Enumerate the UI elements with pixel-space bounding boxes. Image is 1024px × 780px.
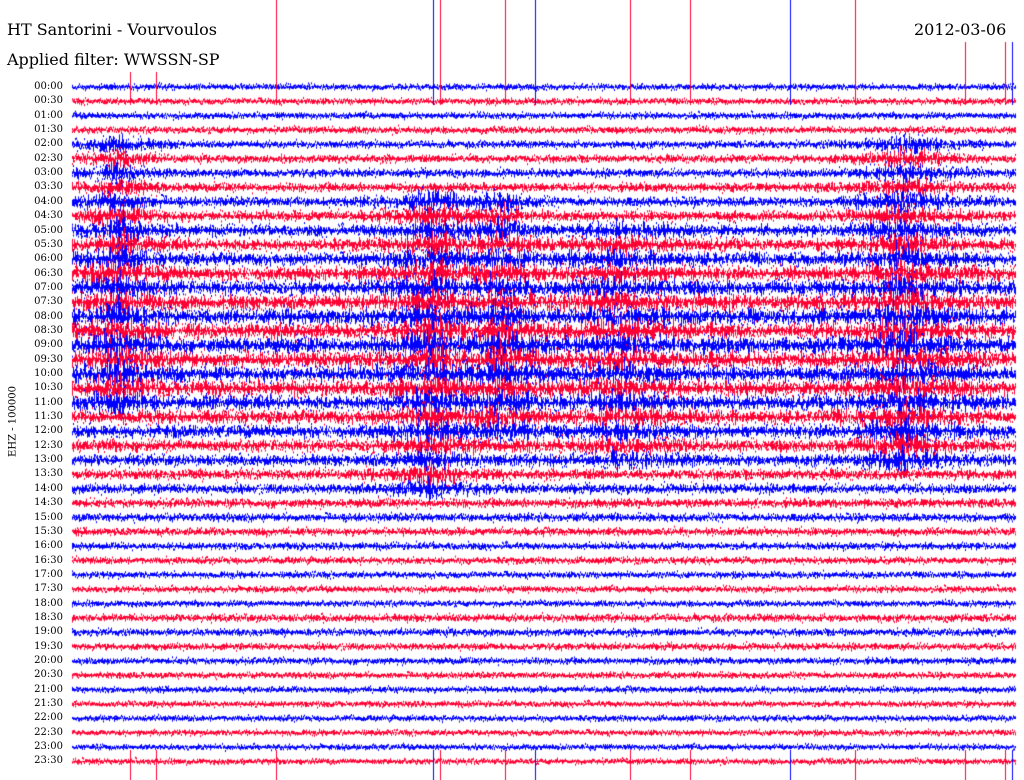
y-tick-label: 21:00: [34, 683, 63, 695]
y-tick-label: 09:30: [34, 353, 63, 365]
y-tick-label: 08:30: [34, 324, 63, 336]
station-title: HT Santorini - Vourvoulos: [7, 20, 217, 39]
y-tick-label: 11:30: [34, 411, 63, 423]
y-tick-label: 16:00: [34, 540, 63, 552]
y-tick-label: 15:00: [34, 511, 63, 523]
y-tick-label: 15:30: [34, 525, 63, 537]
y-tick-label: 03:30: [34, 181, 63, 193]
y-tick-label: 03:00: [34, 167, 63, 179]
y-tick-label: 02:30: [34, 152, 63, 164]
y-tick-label: 04:00: [34, 195, 63, 207]
y-tick-label: 06:00: [34, 253, 63, 265]
y-tick-label: 04:30: [34, 210, 63, 222]
y-tick-label: 18:00: [34, 597, 63, 609]
y-tick-label: 23:00: [34, 741, 63, 753]
y-tick-label: 07:00: [34, 281, 63, 293]
y-tick-label: 17:30: [34, 583, 63, 595]
y-tick-label: 05:30: [34, 238, 63, 250]
filter-subtitle: Applied filter: WWSSN-SP: [7, 50, 220, 69]
y-tick-label: 11:00: [34, 396, 63, 408]
y-tick-label: 18:30: [34, 611, 63, 623]
y-tick-label: 06:30: [34, 267, 63, 279]
y-tick-label: 22:00: [34, 712, 63, 724]
y-tick-label: 00:00: [34, 81, 63, 92]
y-tick-label: 19:30: [34, 640, 63, 652]
y-tick-label: 22:30: [34, 726, 63, 738]
y-tick-label: 10:30: [34, 382, 63, 394]
y-tick-label: 16:30: [34, 554, 63, 566]
y-tick-label: 09:00: [34, 339, 63, 351]
y-tick-label: 02:00: [34, 138, 63, 150]
y-tick-label: 14:00: [34, 482, 63, 494]
y-tick-label: 08:00: [34, 310, 63, 322]
y-tick-label: 12:30: [34, 439, 63, 451]
seismogram-plot: [0, 0, 1024, 780]
y-tick-label: 21:30: [34, 698, 63, 710]
y-tick-label: 01:00: [34, 109, 63, 121]
y-tick-label: 20:30: [34, 669, 63, 681]
y-tick-label: 19:00: [34, 626, 63, 638]
y-tick-label: 01:30: [34, 124, 63, 136]
date-label: 2012-03-06: [914, 20, 1007, 39]
y-tick-label: 23:30: [34, 755, 63, 767]
y-tick-label: 12:00: [34, 425, 63, 437]
y-tick-label: 13:30: [34, 468, 63, 480]
y-tick-label: 05:00: [34, 224, 63, 236]
y-tick-label: 14:30: [34, 497, 63, 509]
y-tick-label: 17:00: [34, 568, 63, 580]
y-tick-label: 20:00: [34, 655, 63, 666]
y-tick-label: 00:30: [34, 95, 63, 107]
y-tick-label: 07:30: [34, 296, 63, 308]
y-tick-label: 10:00: [34, 368, 63, 379]
y-tick-label: 13:00: [34, 454, 63, 466]
